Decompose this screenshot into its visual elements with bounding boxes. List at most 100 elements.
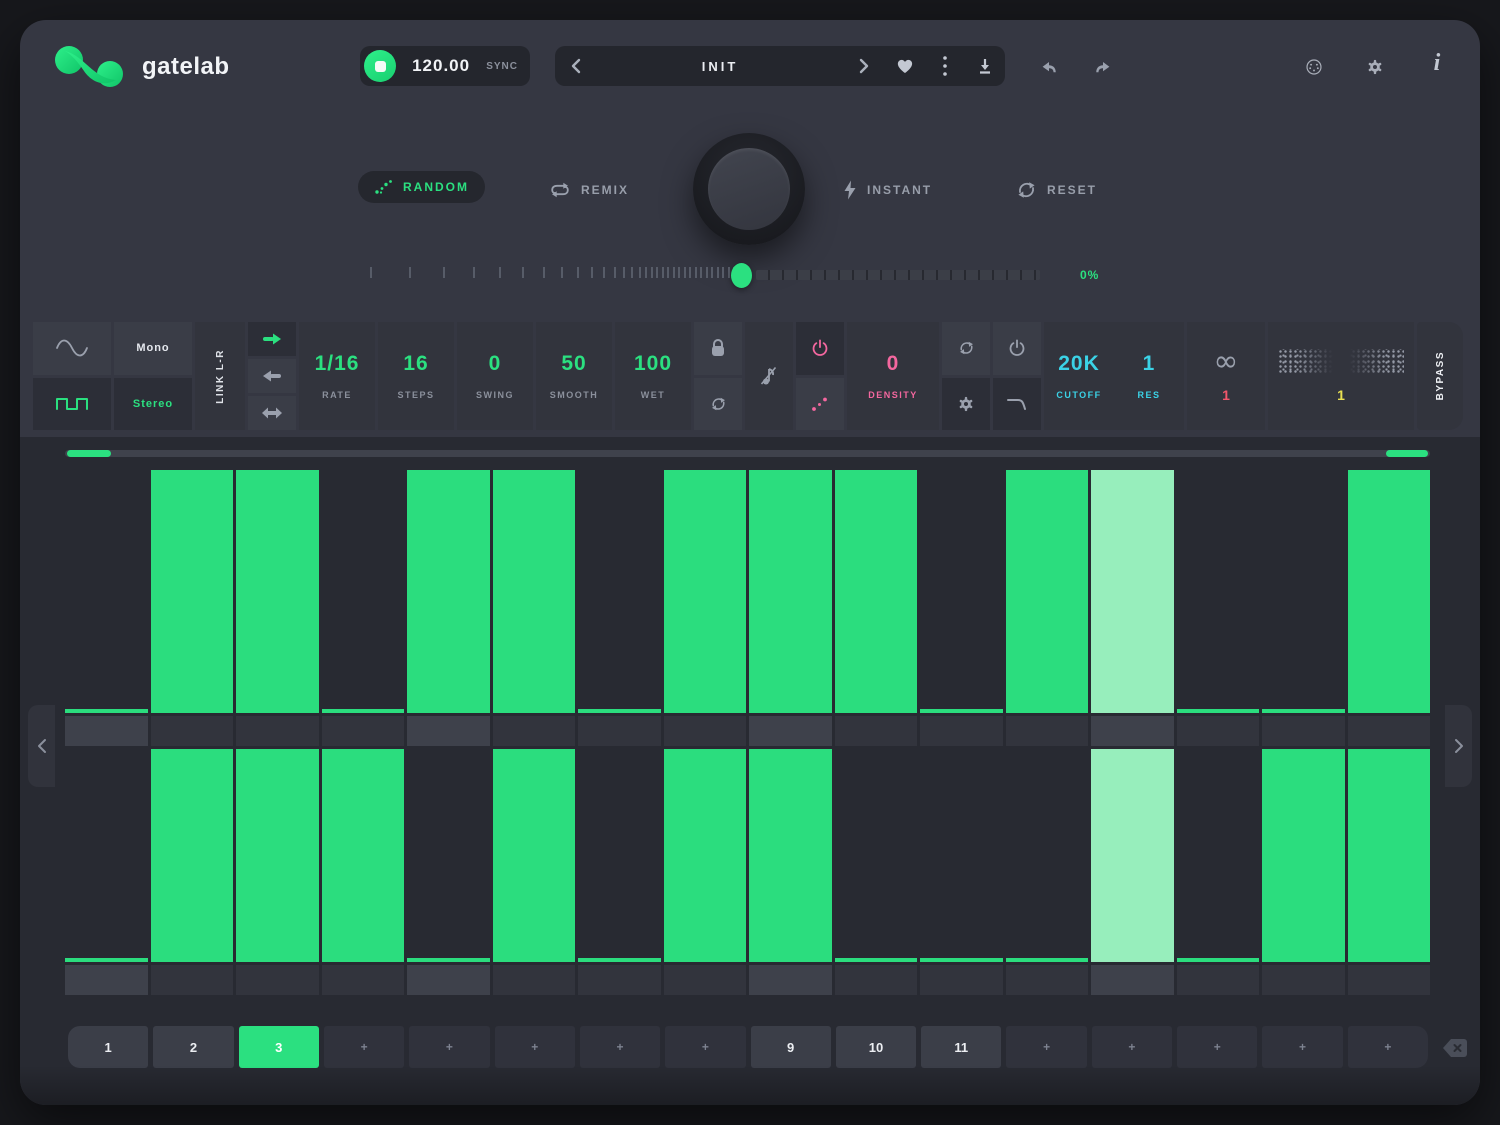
seq-step-4[interactable] — [322, 470, 405, 713]
note-skip-button[interactable] — [745, 322, 793, 430]
seq-step-7[interactable] — [578, 470, 661, 713]
pattern-add-button-7[interactable]: + — [580, 1026, 660, 1068]
sync-toggle[interactable]: SYNC — [486, 61, 518, 72]
seq-divider-cell-6[interactable] — [493, 716, 576, 746]
undo-button[interactable] — [1034, 52, 1064, 82]
bpm-value[interactable]: 120.00 — [406, 56, 476, 76]
mono-button[interactable]: Mono — [114, 322, 192, 375]
seq-step-9[interactable] — [749, 749, 832, 962]
stop-button[interactable] — [364, 50, 396, 82]
pattern-add-button-8[interactable]: + — [665, 1026, 745, 1068]
seq-step-1[interactable] — [65, 470, 148, 713]
seq-step-15[interactable] — [1262, 749, 1345, 962]
seq-step-9[interactable] — [749, 470, 832, 713]
seq-step-16[interactable] — [1348, 749, 1431, 962]
pattern-add-button-15[interactable]: + — [1262, 1026, 1342, 1068]
pattern-add-button-14[interactable]: + — [1177, 1026, 1257, 1068]
seq-divider-cell-6[interactable] — [493, 965, 576, 995]
seq-divider-cell-9[interactable] — [749, 716, 832, 746]
seq-divider-cell-1[interactable] — [65, 716, 148, 746]
preset-next-button[interactable] — [841, 46, 885, 86]
loop-end-marker[interactable] — [1386, 450, 1428, 457]
seq-step-13[interactable] — [1091, 470, 1174, 713]
seq-divider-cell-10[interactable] — [835, 965, 918, 995]
loop-range-strip[interactable] — [65, 450, 1430, 457]
redo-button[interactable] — [1088, 52, 1118, 82]
pattern-add-button-6[interactable]: + — [495, 1026, 575, 1068]
seq-step-7[interactable] — [578, 749, 661, 962]
seq-step-12[interactable] — [1006, 470, 1089, 713]
pattern-add-button-12[interactable]: + — [1006, 1026, 1086, 1068]
wet-control[interactable]: 100 WET — [615, 322, 691, 430]
pattern-add-button-4[interactable]: + — [324, 1026, 404, 1068]
seq-step-11[interactable] — [920, 749, 1003, 962]
random-button[interactable]: RANDOM — [358, 171, 485, 203]
page-right-button[interactable] — [1445, 705, 1472, 787]
randomizer-slider-track[interactable] — [756, 270, 1040, 280]
filter-settings-button[interactable] — [942, 378, 990, 431]
seq-divider-cell-8[interactable] — [664, 965, 747, 995]
density-control[interactable]: 0 DENSITY — [847, 322, 939, 430]
seq-divider-cell-5[interactable] — [407, 965, 490, 995]
seq-divider-cell-9[interactable] — [749, 965, 832, 995]
midi-settings-button[interactable] — [1299, 52, 1329, 82]
seq-step-1[interactable] — [65, 749, 148, 962]
filter-cycle-button[interactable] — [942, 322, 990, 375]
page-left-button[interactable] — [28, 705, 55, 787]
preset-prev-button[interactable] — [555, 46, 599, 86]
favorite-button[interactable] — [885, 46, 925, 86]
seq-divider-cell-15[interactable] — [1262, 716, 1345, 746]
seq-step-6[interactable] — [493, 470, 576, 713]
remix-button[interactable]: REMIX — [549, 178, 629, 202]
seq-step-16[interactable] — [1348, 470, 1431, 713]
main-knob[interactable] — [693, 133, 805, 245]
seq-divider-cell-7[interactable] — [578, 965, 661, 995]
density-random-button[interactable] — [796, 378, 844, 431]
seq-divider-cell-16[interactable] — [1348, 965, 1431, 995]
info-button[interactable]: i — [1422, 48, 1452, 78]
direction-backward-button[interactable] — [248, 359, 296, 393]
seq-divider-cell-3[interactable] — [236, 716, 319, 746]
settings-button[interactable] — [1360, 52, 1390, 82]
seq-divider-cell-16[interactable] — [1348, 716, 1431, 746]
randomizer-slider-handle[interactable] — [731, 263, 752, 288]
dither-control[interactable]: 1 — [1268, 322, 1414, 430]
seq-divider-cell-4[interactable] — [322, 716, 405, 746]
lock-button[interactable] — [694, 322, 742, 375]
steps-control[interactable]: 16 STEPS — [378, 322, 454, 430]
seq-step-12[interactable] — [1006, 749, 1089, 962]
seq-step-14[interactable] — [1177, 749, 1260, 962]
pattern-button-1[interactable]: 1 — [68, 1026, 148, 1068]
cycle-button[interactable] — [694, 378, 742, 431]
seq-divider-cell-12[interactable] — [1006, 716, 1089, 746]
seq-divider-cell-5[interactable] — [407, 716, 490, 746]
link-lr-button[interactable]: LINK L-R — [195, 322, 245, 430]
seq-divider-cell-15[interactable] — [1262, 965, 1345, 995]
seq-divider-cell-1[interactable] — [65, 965, 148, 995]
pattern-button-2[interactable]: 2 — [153, 1026, 233, 1068]
bypass-button[interactable]: BYPASS — [1417, 322, 1463, 430]
seq-step-2[interactable] — [151, 749, 234, 962]
seq-step-8[interactable] — [664, 470, 747, 713]
resonance-control[interactable]: 1 RES — [1114, 352, 1184, 400]
seq-step-10[interactable] — [835, 749, 918, 962]
pattern-add-button-16[interactable]: + — [1348, 1026, 1428, 1068]
pattern-add-button-13[interactable]: + — [1092, 1026, 1172, 1068]
seq-divider-cell-14[interactable] — [1177, 965, 1260, 995]
filter-slope-button[interactable] — [993, 378, 1041, 431]
instant-button[interactable]: INSTANT — [843, 178, 932, 202]
seq-divider-cell-2[interactable] — [151, 716, 234, 746]
seq-step-8[interactable] — [664, 749, 747, 962]
preset-menu-button[interactable] — [925, 46, 965, 86]
pattern-button-3[interactable]: 3 — [239, 1026, 319, 1068]
save-preset-button[interactable] — [965, 46, 1005, 86]
reset-button[interactable]: RESET — [1016, 178, 1097, 202]
swing-control[interactable]: 0 SWING — [457, 322, 533, 430]
stereo-button[interactable]: Stereo — [114, 378, 192, 431]
seq-step-10[interactable] — [835, 470, 918, 713]
pattern-button-11[interactable]: 11 — [921, 1026, 1001, 1068]
seq-divider-cell-7[interactable] — [578, 716, 661, 746]
seq-step-2[interactable] — [151, 470, 234, 713]
seq-step-4[interactable] — [322, 749, 405, 962]
direction-forward-button[interactable] — [248, 322, 296, 356]
